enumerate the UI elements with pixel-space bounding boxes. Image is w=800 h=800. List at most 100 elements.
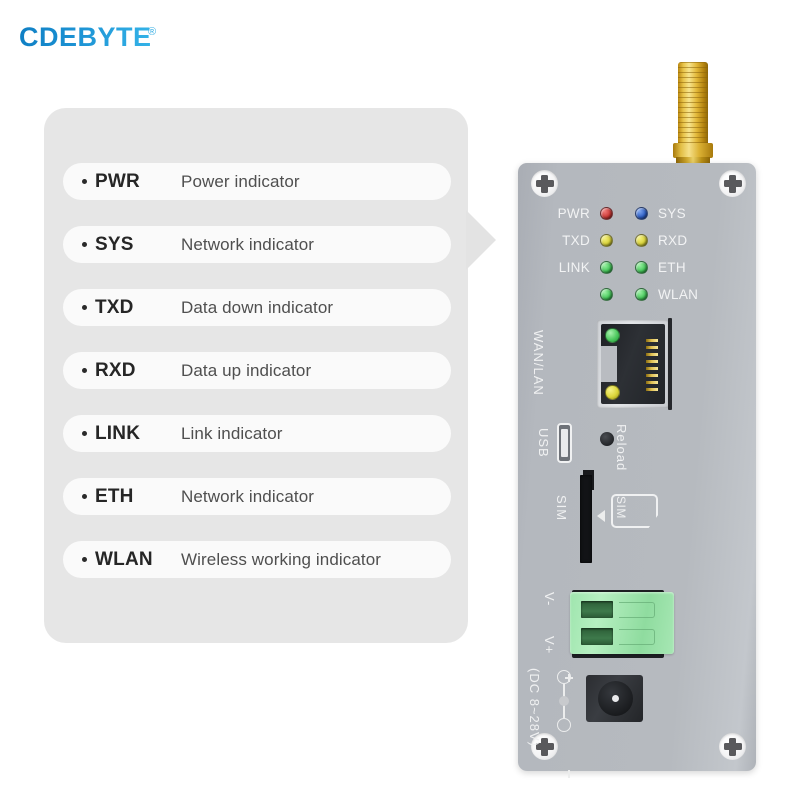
led-row: LINK ETH bbox=[518, 254, 756, 281]
led-row: TXD RXD bbox=[518, 227, 756, 254]
sma-antenna-connector bbox=[673, 62, 713, 165]
reload-label: Reload bbox=[614, 424, 629, 472]
polarity-center-dot bbox=[559, 696, 569, 706]
legend-list: PWR Power indicator SYS Network indicato… bbox=[63, 163, 451, 578]
legend-label: LINK bbox=[95, 422, 141, 444]
legend-label: TXD bbox=[95, 296, 134, 318]
dc-power-jack bbox=[586, 675, 643, 722]
led-sys-icon bbox=[635, 207, 648, 220]
phillips-screw-icon bbox=[531, 170, 558, 197]
list-item: WLAN Wireless working indicator bbox=[63, 541, 451, 578]
led-label-sys: SYS bbox=[658, 205, 686, 221]
led-label-wlan: WLAN bbox=[658, 286, 699, 302]
rj45-pin bbox=[646, 360, 658, 363]
polarity-symbol-icon bbox=[553, 670, 575, 778]
rj45-pin bbox=[646, 374, 658, 377]
rj45-pin bbox=[646, 346, 658, 349]
polarity-plus-horizontal bbox=[565, 677, 573, 679]
rj45-activity-led-icon bbox=[605, 385, 620, 400]
led-row: WLAN bbox=[518, 281, 756, 308]
list-item: SYS Network indicator bbox=[63, 226, 451, 263]
led-eth-icon bbox=[635, 261, 648, 274]
legend-description: Link indicator bbox=[181, 423, 283, 443]
phillips-screw-icon bbox=[719, 733, 746, 760]
callout-arrow-icon bbox=[466, 210, 496, 270]
legend-description: Network indicator bbox=[181, 486, 315, 506]
micro-usb-port bbox=[557, 423, 572, 463]
list-item: LINK Link indicator bbox=[63, 415, 451, 452]
list-item: TXD Data down indicator bbox=[63, 289, 451, 326]
screw-terminal-block bbox=[570, 588, 678, 660]
list-item: PWR Power indicator bbox=[63, 163, 451, 200]
legend-description: Network indicator bbox=[181, 234, 315, 254]
sim-slot-label: SIM bbox=[554, 495, 569, 522]
led-label-link: LINK bbox=[558, 259, 590, 275]
led-row: PWR SYS bbox=[518, 200, 756, 227]
led-label-pwr: PWR bbox=[557, 205, 590, 221]
rj45-notch bbox=[601, 346, 617, 382]
antenna-thread bbox=[678, 62, 708, 146]
rj45-pin bbox=[646, 388, 658, 391]
bullet-icon bbox=[82, 179, 87, 184]
rj45-link-led-icon bbox=[605, 328, 620, 343]
led-txd-icon bbox=[600, 234, 613, 247]
bullet-icon bbox=[82, 305, 87, 310]
terminal-negative-label: V- bbox=[542, 592, 557, 607]
rj45-contact-pins bbox=[646, 339, 658, 391]
led-label-rxd: RXD bbox=[658, 232, 688, 248]
sim-insert-arrow-icon bbox=[597, 510, 605, 522]
dc-jack-center-pin bbox=[612, 695, 619, 702]
legend-description: Data up indicator bbox=[181, 360, 312, 380]
terminal-port-negative bbox=[581, 601, 613, 618]
bullet-icon bbox=[82, 557, 87, 562]
usb-label: USB bbox=[536, 428, 551, 458]
legend-label: PWR bbox=[95, 170, 140, 192]
registered-trademark-icon: ® bbox=[148, 26, 157, 38]
led-indicator-block: PWR SYS TXD RXD LINK ETH WLAN bbox=[518, 200, 756, 308]
list-item: ETH Network indicator bbox=[63, 478, 451, 515]
bullet-icon bbox=[82, 242, 87, 247]
polarity-positive-ring bbox=[557, 670, 573, 684]
rj45-side-edge bbox=[668, 318, 672, 410]
legend-label: WLAN bbox=[95, 548, 153, 570]
legend-description: Data down indicator bbox=[181, 297, 334, 317]
polarity-negative-bar bbox=[568, 770, 570, 778]
legend-label: SYS bbox=[95, 233, 134, 255]
led-link-icon bbox=[600, 261, 613, 274]
led-wlan-icon bbox=[635, 288, 648, 301]
product-diagram: CDEBYTE ® PWR Power indicator SYS Networ… bbox=[0, 0, 800, 800]
terminal-screw-guide bbox=[619, 629, 655, 645]
terminal-housing bbox=[570, 592, 674, 654]
rj45-pin bbox=[646, 367, 658, 370]
polarity-negative-ring bbox=[557, 718, 571, 778]
wan-lan-label: WAN/LAN bbox=[531, 330, 546, 396]
brand-logo: CDEBYTE bbox=[19, 22, 152, 52]
legend-description: Power indicator bbox=[181, 171, 300, 191]
bullet-icon bbox=[82, 431, 87, 436]
rj45-pin bbox=[646, 381, 658, 384]
rj45-ethernet-port bbox=[597, 320, 669, 408]
rj45-pin bbox=[646, 339, 658, 342]
terminal-screw-guide bbox=[619, 602, 655, 618]
led-label-eth: ETH bbox=[658, 259, 686, 275]
led-label-txd: TXD bbox=[562, 232, 590, 248]
led-rxd-icon bbox=[635, 234, 648, 247]
power-spec-label: (DC 8~28V) bbox=[527, 668, 542, 747]
led-wlan-secondary-icon bbox=[600, 288, 613, 301]
antenna-hex-nut bbox=[673, 143, 713, 158]
phillips-screw-icon bbox=[719, 170, 746, 197]
legend-label: RXD bbox=[95, 359, 136, 381]
terminal-port-positive bbox=[581, 628, 613, 645]
bullet-icon bbox=[82, 368, 87, 373]
list-item: RXD Data up indicator bbox=[63, 352, 451, 389]
rj45-pin bbox=[646, 353, 658, 356]
sim-card-slot bbox=[580, 475, 592, 563]
bullet-icon bbox=[82, 494, 87, 499]
micro-usb-cavity bbox=[561, 429, 568, 457]
led-pwr-icon bbox=[600, 207, 613, 220]
legend-label: ETH bbox=[95, 485, 134, 507]
rj45-cavity bbox=[601, 324, 665, 404]
reload-button-hole bbox=[600, 432, 614, 446]
terminal-positive-label: V+ bbox=[542, 636, 557, 655]
legend-description: Wireless working indicator bbox=[181, 549, 382, 569]
